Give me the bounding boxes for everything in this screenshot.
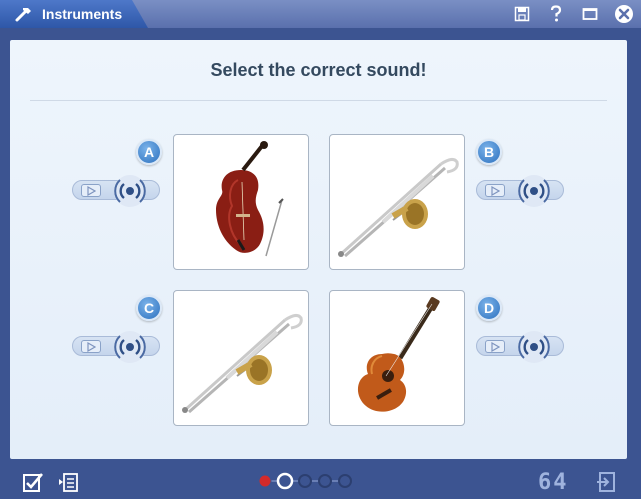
help-icon [550, 5, 562, 22]
quiz-heading: Select the correct sound! [210, 60, 427, 80]
hammer-icon [15, 8, 31, 22]
close-icon [615, 5, 633, 23]
acoustic-guitar-image [357, 297, 440, 412]
trombone-image [182, 313, 303, 414]
maximize-icon [582, 8, 598, 20]
maximize-button[interactable] [579, 3, 601, 25]
option-b-sound-player[interactable] [476, 174, 568, 207]
option-b-card[interactable] [329, 134, 465, 270]
page-dot-5[interactable] [338, 474, 352, 488]
page-dot-3[interactable] [298, 474, 312, 488]
play-icon [87, 341, 96, 352]
bottom-bar: 64 [0, 463, 641, 499]
option-c-card[interactable] [173, 290, 309, 426]
double-bass-image [216, 141, 284, 257]
task-list-icon[interactable] [58, 471, 80, 493]
option-b-badge: B [476, 139, 502, 165]
play-icon [491, 185, 500, 196]
question-counter: 64 [538, 470, 569, 495]
option-a-sound-player[interactable] [72, 174, 164, 207]
speaker-icon [518, 331, 550, 363]
option-c-badge: C [136, 295, 162, 321]
page-dot-4[interactable] [318, 474, 332, 488]
title-tab: Instruments [0, 0, 148, 28]
option-d-card[interactable] [329, 290, 465, 426]
option-a-badge: A [136, 139, 162, 165]
exit-icon[interactable] [596, 471, 618, 493]
save-icon [514, 6, 530, 22]
save-button[interactable] [511, 3, 533, 25]
quiz-panel: Select the correct sound! A B C D [10, 40, 627, 459]
divider [30, 100, 607, 101]
page-indicator [258, 472, 352, 490]
option-c-sound-player[interactable] [72, 330, 164, 363]
play-icon [87, 185, 96, 196]
play-button[interactable] [485, 340, 505, 353]
play-button[interactable] [81, 340, 101, 353]
trombone-image [338, 157, 459, 258]
page-dot-2-current[interactable] [276, 472, 294, 490]
check-task-icon[interactable] [22, 471, 44, 493]
window-title: Instruments [42, 6, 123, 22]
speaker-icon [114, 331, 146, 363]
option-d-badge: D [476, 295, 502, 321]
help-button[interactable] [545, 3, 567, 25]
option-a-card[interactable] [173, 134, 309, 270]
play-icon [491, 341, 500, 352]
play-button[interactable] [81, 184, 101, 197]
play-button[interactable] [485, 184, 505, 197]
speaker-icon [518, 175, 550, 207]
speaker-icon [114, 175, 146, 207]
page-dot-1[interactable] [258, 474, 272, 488]
option-d-sound-player[interactable] [476, 330, 568, 363]
title-bar: Instruments [0, 0, 641, 28]
close-button[interactable] [613, 3, 635, 25]
